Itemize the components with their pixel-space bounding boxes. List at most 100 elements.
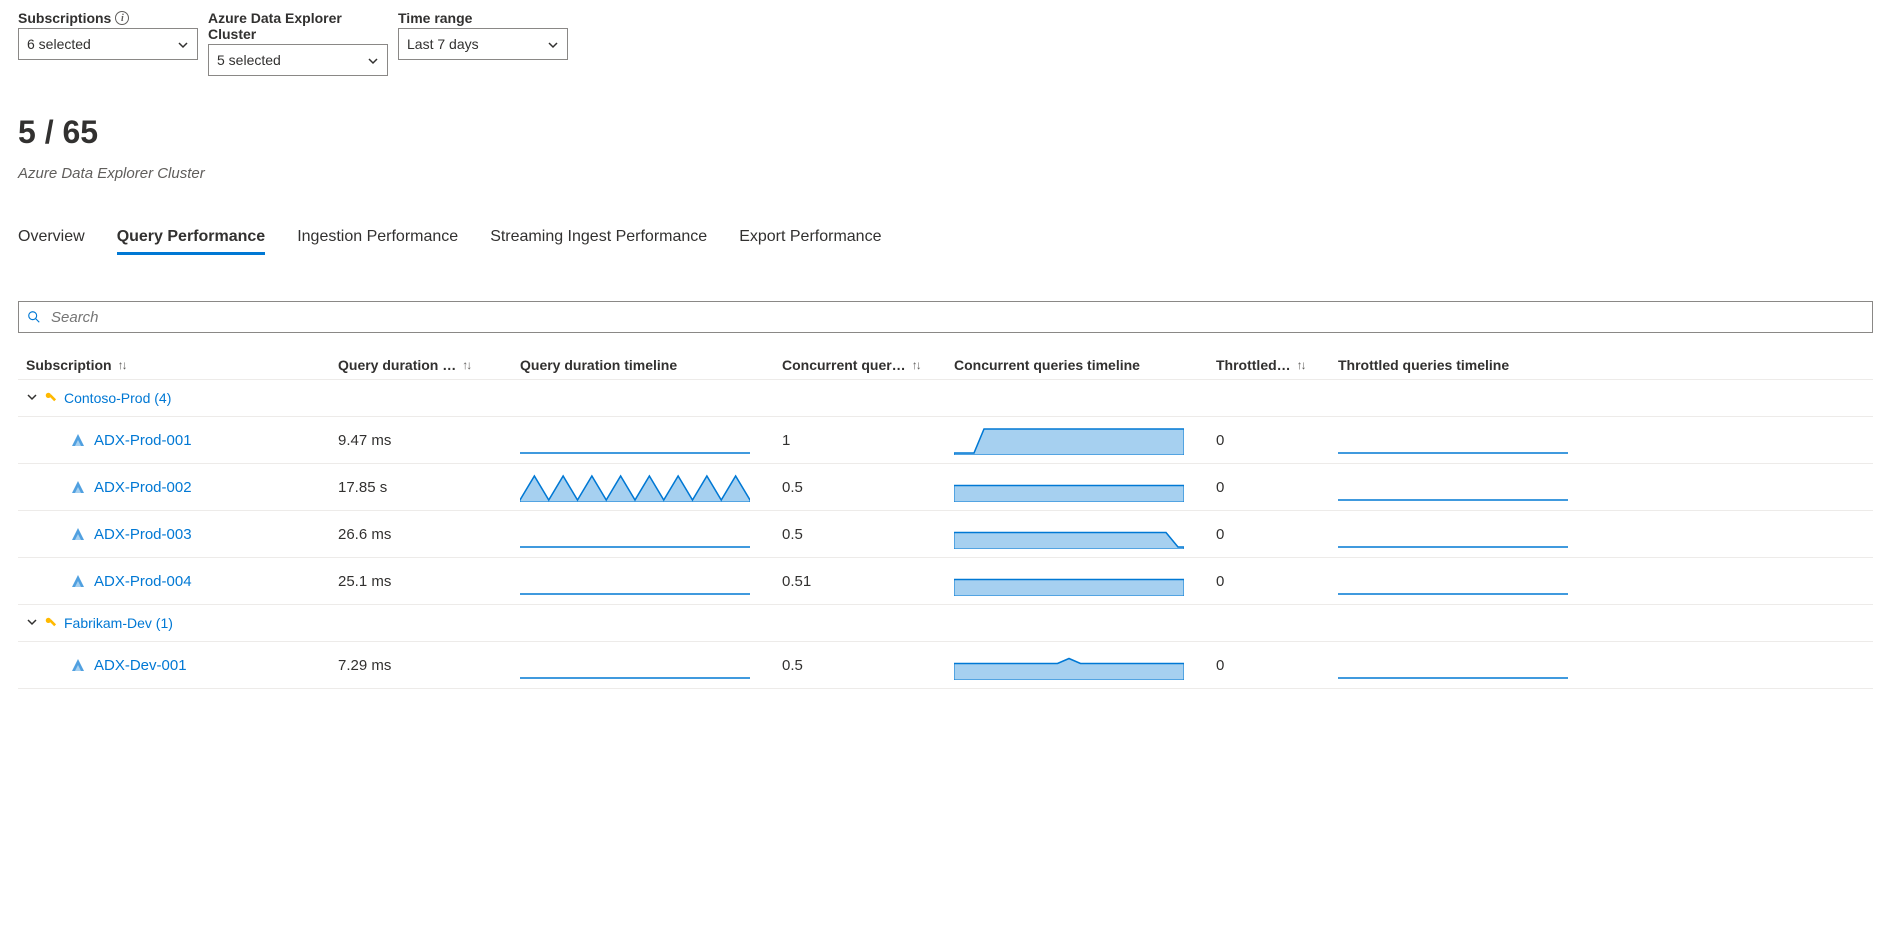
- summary-block: 5 / 65 Azure Data Explorer Cluster: [18, 114, 1873, 182]
- spark-query-duration: [520, 472, 750, 502]
- col-throttled-timeline: Throttled queries timeline: [1338, 357, 1588, 373]
- cell-concurrent: 0.5: [782, 657, 942, 674]
- tab-overview[interactable]: Overview: [18, 228, 85, 255]
- resource-name: ADX-Prod-002: [94, 479, 192, 496]
- table-row: ADX-Dev-001 7.29 ms 0.5 0: [18, 641, 1873, 689]
- label-text: Subscriptions: [18, 10, 111, 26]
- spark-concurrent: [954, 566, 1184, 596]
- adx-cluster-icon: [70, 432, 86, 448]
- search-input[interactable]: [49, 308, 1864, 327]
- resource-name: ADX-Prod-003: [94, 526, 192, 543]
- resource-link[interactable]: ADX-Prod-002: [26, 479, 326, 496]
- adx-cluster-icon: [70, 657, 86, 673]
- tab-export-performance[interactable]: Export Performance: [739, 228, 881, 255]
- filter-timerange-label: Time range: [398, 10, 568, 26]
- filter-subscriptions: Subscriptions i 6 selected: [18, 10, 198, 60]
- group-label: Contoso-Prod (4): [64, 390, 171, 406]
- spark-concurrent: [954, 425, 1184, 455]
- chevron-down-icon: [177, 38, 189, 50]
- resource-link[interactable]: ADX-Prod-003: [26, 526, 326, 543]
- col-query-duration-timeline: Query duration timeline: [520, 357, 770, 373]
- spark-query-duration: [520, 425, 750, 455]
- key-icon: [44, 616, 58, 630]
- cell-query-duration: 17.85 s: [338, 479, 508, 496]
- sort-icon: ↑↓: [118, 358, 126, 372]
- search-icon: [27, 310, 41, 324]
- results-table: Subscription ↑↓ Query duration … ↑↓ Quer…: [18, 351, 1873, 689]
- resource-name: ADX-Prod-001: [94, 432, 192, 449]
- table-row: ADX-Prod-002 17.85 s 0.5 0: [18, 463, 1873, 510]
- spark-query-duration: [520, 650, 750, 680]
- chevron-down-icon: [547, 38, 559, 50]
- dropdown-value: 5 selected: [217, 52, 281, 68]
- sort-icon: ↑↓: [912, 358, 920, 372]
- cell-throttled: 0: [1216, 526, 1326, 543]
- chevron-down-icon: [26, 390, 38, 406]
- tab-streaming-ingest-performance[interactable]: Streaming Ingest Performance: [490, 228, 707, 255]
- resource-name: ADX-Dev-001: [94, 657, 187, 674]
- spark-concurrent: [954, 472, 1184, 502]
- resource-link[interactable]: ADX-Dev-001: [26, 657, 326, 674]
- subscriptions-dropdown[interactable]: 6 selected: [18, 28, 198, 60]
- spark-throttled: [1338, 425, 1568, 455]
- col-throttled[interactable]: Throttled… ↑↓: [1216, 357, 1326, 373]
- col-query-duration[interactable]: Query duration … ↑↓: [338, 357, 508, 373]
- chevron-down-icon: [367, 54, 379, 66]
- spark-concurrent: [954, 650, 1184, 680]
- search-box[interactable]: [18, 301, 1873, 333]
- table-row: ADX-Prod-001 9.47 ms 1 0: [18, 416, 1873, 463]
- cell-concurrent: 1: [782, 432, 942, 449]
- spark-throttled: [1338, 519, 1568, 549]
- adx-cluster-icon: [70, 573, 86, 589]
- cell-throttled: 0: [1216, 479, 1326, 496]
- table-row: ADX-Prod-004 25.1 ms 0.51 0: [18, 557, 1873, 604]
- spark-concurrent: [954, 519, 1184, 549]
- dropdown-value: Last 7 days: [407, 36, 479, 52]
- summary-subtitle: Azure Data Explorer Cluster: [18, 165, 1873, 182]
- filter-timerange: Time range Last 7 days: [398, 10, 568, 60]
- cell-throttled: 0: [1216, 432, 1326, 449]
- cell-throttled: 0: [1216, 573, 1326, 590]
- adx-cluster-icon: [70, 526, 86, 542]
- table-header: Subscription ↑↓ Query duration … ↑↓ Quer…: [18, 351, 1873, 379]
- table-group-row[interactable]: Contoso-Prod (4): [18, 379, 1873, 416]
- filter-subscriptions-label: Subscriptions i: [18, 10, 198, 26]
- adx-cluster-icon: [70, 479, 86, 495]
- tab-ingestion-performance[interactable]: Ingestion Performance: [297, 228, 458, 255]
- filter-cluster-label: Azure Data Explorer Cluster: [208, 10, 388, 42]
- spark-throttled: [1338, 566, 1568, 596]
- col-subscription[interactable]: Subscription ↑↓: [26, 357, 326, 373]
- resource-link[interactable]: ADX-Prod-004: [26, 573, 326, 590]
- group-name[interactable]: Contoso-Prod (4): [26, 390, 326, 406]
- cell-query-duration: 26.6 ms: [338, 526, 508, 543]
- cell-concurrent: 0.5: [782, 479, 942, 496]
- chevron-down-icon: [26, 615, 38, 631]
- cell-query-duration: 7.29 ms: [338, 657, 508, 674]
- timerange-dropdown[interactable]: Last 7 days: [398, 28, 568, 60]
- cell-query-duration: 9.47 ms: [338, 432, 508, 449]
- filters-row: Subscriptions i 6 selected Azure Data Ex…: [18, 10, 1873, 76]
- group-name[interactable]: Fabrikam-Dev (1): [26, 615, 326, 631]
- cluster-dropdown[interactable]: 5 selected: [208, 44, 388, 76]
- cell-query-duration: 25.1 ms: [338, 573, 508, 590]
- dropdown-value: 6 selected: [27, 36, 91, 52]
- sort-icon: ↑↓: [1297, 358, 1305, 372]
- spark-throttled: [1338, 650, 1568, 680]
- info-icon[interactable]: i: [115, 11, 129, 25]
- group-label: Fabrikam-Dev (1): [64, 615, 173, 631]
- cell-throttled: 0: [1216, 657, 1326, 674]
- col-concurrent-queries-timeline: Concurrent queries timeline: [954, 357, 1204, 373]
- tab-query-performance[interactable]: Query Performance: [117, 228, 266, 255]
- table-group-row[interactable]: Fabrikam-Dev (1): [18, 604, 1873, 641]
- tabs: Overview Query Performance Ingestion Perfo…: [18, 228, 1873, 255]
- spark-query-duration: [520, 566, 750, 596]
- cell-concurrent: 0.51: [782, 573, 942, 590]
- key-icon: [44, 391, 58, 405]
- sort-icon: ↑↓: [462, 358, 470, 372]
- filter-cluster: Azure Data Explorer Cluster 5 selected: [208, 10, 388, 76]
- summary-count: 5 / 65: [18, 114, 1873, 151]
- resource-link[interactable]: ADX-Prod-001: [26, 432, 326, 449]
- col-concurrent-queries[interactable]: Concurrent quer… ↑↓: [782, 357, 942, 373]
- cell-concurrent: 0.5: [782, 526, 942, 543]
- table-row: ADX-Prod-003 26.6 ms 0.5 0: [18, 510, 1873, 557]
